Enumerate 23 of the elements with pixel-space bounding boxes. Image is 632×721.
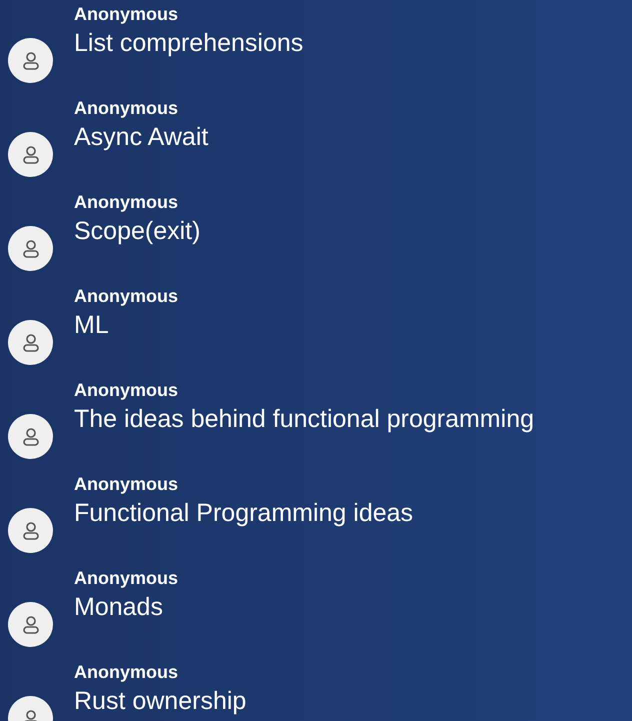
message-text: Monads <box>74 592 164 623</box>
message-text: Functional Programming ideas <box>74 498 414 529</box>
message-text: List comprehensions <box>74 28 304 59</box>
author-name: Anonymous <box>74 661 180 684</box>
avatar-icon <box>8 602 53 647</box>
author-name: Anonymous <box>74 3 180 26</box>
author-name: Anonymous <box>74 473 180 496</box>
avatar-icon <box>8 508 53 553</box>
avatar-icon <box>8 414 53 459</box>
avatar-icon <box>8 132 53 177</box>
message-text: The ideas behind functional programming <box>74 404 534 435</box>
avatar-icon <box>8 320 53 365</box>
author-name: Anonymous <box>74 97 180 120</box>
author-name: Anonymous <box>74 567 178 590</box>
author-name: Anonymous <box>74 379 180 402</box>
message-text: ML <box>74 310 110 341</box>
author-name: Anonymous <box>74 191 180 214</box>
avatar-icon <box>8 38 53 83</box>
message-text: Rust ownership <box>74 686 246 717</box>
author-name: Anonymous <box>74 285 178 308</box>
message-text: Scope(exit) <box>74 216 200 247</box>
message-text: Async Await <box>74 122 208 153</box>
avatar-icon <box>8 226 53 271</box>
